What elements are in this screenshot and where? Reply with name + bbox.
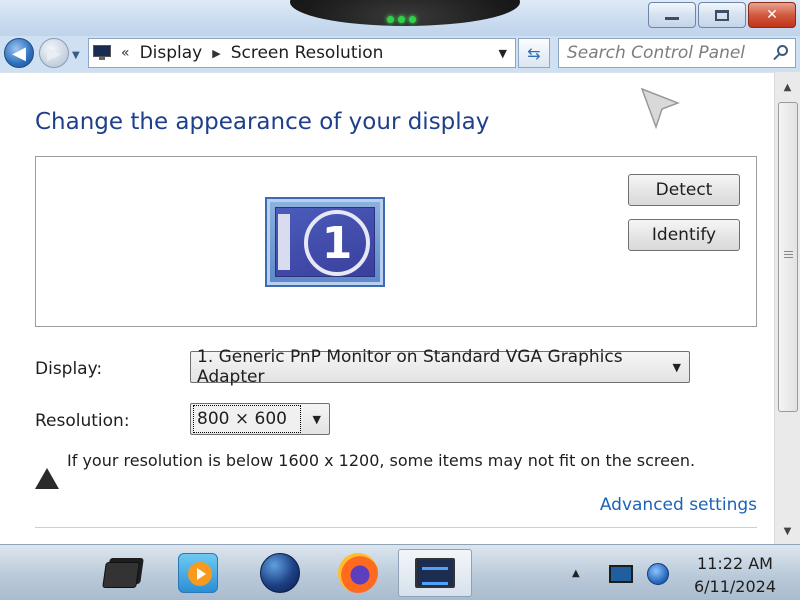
display-select[interactable]: 1. Generic PnP Monitor on Standard VGA G…	[190, 347, 690, 387]
breadcrumb-display[interactable]: Display	[140, 43, 203, 63]
clock-time: 11:22 AM	[697, 554, 773, 573]
maximize-button[interactable]	[698, 2, 746, 28]
monitor-number: 1	[304, 210, 370, 276]
control-panel-display-icon	[93, 45, 115, 61]
display-settings-icon	[415, 558, 455, 588]
content-pane: Change the appearance of your display 1 …	[0, 72, 774, 544]
vertical-scrollbar[interactable]: ▲ ▼	[774, 72, 800, 544]
address-dropdown-icon[interactable]: ▼	[499, 47, 507, 60]
firefox-icon	[338, 553, 378, 593]
action-center-monitor-icon[interactable]	[609, 565, 633, 583]
divider	[35, 527, 757, 528]
resolution-select[interactable]: 800 × 600 ▼	[190, 403, 330, 435]
status-light-icon	[409, 16, 416, 23]
window-top-ornament	[290, 0, 520, 26]
resolution-select-value: 800 × 600	[193, 405, 301, 433]
forward-button[interactable]: ▶	[39, 38, 69, 68]
media-player-icon	[178, 553, 218, 593]
display-label: Display:	[35, 359, 103, 379]
status-light-icon	[398, 16, 405, 23]
detect-button[interactable]: Detect	[628, 174, 740, 206]
identify-button[interactable]: Identify	[628, 219, 740, 251]
monitor-1-tile[interactable]: 1	[265, 197, 385, 287]
taskbar-item-firefox[interactable]	[330, 549, 386, 597]
minimize-icon	[665, 16, 679, 20]
back-arrow-icon: ◀	[12, 42, 26, 64]
search-box[interactable]	[558, 38, 796, 68]
tablet-icon	[102, 556, 146, 590]
navigation-bar: ◀ ▶ ▼ « Display ▶ Screen Resolution ▼ ⇆	[0, 36, 800, 72]
search-input[interactable]	[567, 43, 763, 63]
taskbar-item-display-settings[interactable]	[398, 549, 472, 597]
search-icon[interactable]	[773, 45, 789, 61]
warning-text: If your resolution is below 1600 x 1200,…	[67, 450, 696, 470]
scroll-down-icon[interactable]: ▼	[775, 520, 800, 542]
monitor-sidebar	[278, 214, 290, 270]
status-lights	[385, 8, 425, 23]
forward-arrow-icon: ▶	[47, 42, 61, 64]
clock-date: 6/11/2024	[693, 577, 777, 596]
taskbar-item-tablet[interactable]	[96, 549, 152, 597]
mouse-pointer-icon	[640, 87, 680, 130]
taskbar-item-globe[interactable]	[252, 549, 308, 597]
globe-icon	[260, 553, 300, 593]
chevron-down-icon: ▼	[672, 360, 681, 374]
resolution-label: Resolution:	[35, 411, 130, 431]
taskbar-item-media-player[interactable]	[170, 549, 226, 597]
recent-pages-dropdown-icon[interactable]: ▼	[72, 50, 80, 61]
restore-icon	[715, 9, 729, 21]
status-light-icon	[387, 16, 394, 23]
resolution-warning: ! If your resolution is below 1600 x 120…	[35, 449, 696, 489]
close-icon: ✕	[766, 7, 778, 23]
advanced-settings-link[interactable]: Advanced settings	[600, 495, 757, 515]
warning-icon: !	[35, 449, 59, 489]
refresh-icon: ⇆	[527, 43, 541, 63]
show-hidden-icons-icon[interactable]: ▲	[572, 568, 580, 579]
monitor-screen: 1	[275, 207, 375, 277]
refresh-button[interactable]: ⇆	[518, 38, 550, 68]
scroll-up-icon[interactable]: ▲	[775, 76, 800, 98]
close-button[interactable]: ✕	[748, 2, 796, 28]
scroll-thumb[interactable]	[778, 102, 798, 412]
window-title-bar: ✕	[0, 0, 800, 36]
breadcrumb-separator-icon[interactable]: ▶	[212, 47, 220, 60]
window-caption-buttons: ✕	[646, 2, 796, 30]
monitor-arrangement-panel: 1 Detect Identify	[35, 156, 757, 327]
chevron-down-icon: ▼	[312, 412, 321, 426]
back-button[interactable]: ◀	[4, 38, 34, 68]
minimize-button[interactable]	[648, 2, 696, 28]
breadcrumb-screen-resolution[interactable]: Screen Resolution	[231, 43, 384, 63]
breadcrumb-overflow[interactable]: «	[121, 45, 130, 61]
page-title: Change the appearance of your display	[35, 109, 490, 135]
address-bar[interactable]: « Display ▶ Screen Resolution ▼	[88, 38, 516, 68]
display-select-value: 1. Generic PnP Monitor on Standard VGA G…	[197, 347, 623, 387]
network-icon[interactable]	[647, 563, 669, 585]
taskbar-clock[interactable]: 11:22 AM 6/11/2024	[680, 552, 790, 598]
